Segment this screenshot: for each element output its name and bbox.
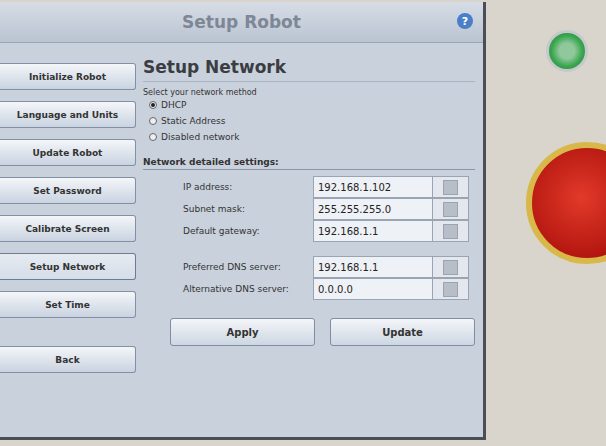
sidebar-item-label: Language and Units	[17, 110, 118, 120]
action-buttons: Apply Update	[143, 318, 475, 346]
pendant-bezel	[486, 0, 606, 446]
update-button[interactable]: Update	[330, 318, 475, 346]
sidebar-item-label: Set Password	[33, 186, 102, 196]
network-fields: IP address:192.168.1.102Subnet mask:255.…	[143, 176, 475, 300]
field-row: Alternative DNS server:0.0.0.0	[183, 278, 475, 300]
window-title: Setup Robot	[182, 12, 301, 32]
network-panel: Setup Network Select your network method D…	[136, 55, 483, 437]
field-label: Default gateway:	[183, 220, 313, 242]
sidebar-item-label: Update Robot	[33, 148, 103, 158]
panel-title: Setup Network	[143, 57, 475, 82]
field-value[interactable]: 192.168.1.1	[313, 256, 433, 278]
apply-button[interactable]: Apply	[170, 318, 315, 346]
method-label: DHCP	[161, 100, 186, 110]
power-button-icon[interactable]	[546, 30, 588, 72]
title-bar: Setup Robot?	[0, 2, 483, 43]
sidebar-item-label: Setup Network	[30, 262, 106, 272]
method-prompt: Select your network method	[143, 88, 475, 97]
sidebar-item[interactable]: Initialize Robot	[0, 63, 136, 90]
back-button[interactable]: Back	[0, 346, 136, 373]
field-value[interactable]: 192.168.1.102	[313, 176, 433, 198]
robot-screen: Setup Robot? Initialize Robot Language and…	[0, 2, 486, 440]
field-edit-box[interactable]	[433, 176, 469, 198]
help-icon[interactable]: ?	[457, 13, 473, 29]
field-edit-box[interactable]	[433, 198, 469, 220]
field-label: Subnet mask:	[183, 198, 313, 220]
field-edit-box[interactable]	[433, 256, 469, 278]
radio-dot[interactable]	[149, 101, 157, 109]
field-value[interactable]: 0.0.0.0	[313, 278, 433, 300]
method-radio[interactable]: DHCP	[143, 97, 475, 113]
edit-square	[443, 282, 458, 297]
edit-square	[443, 202, 458, 217]
field-row: IP address:192.168.1.102	[183, 176, 475, 198]
sidebar-item[interactable]: Set Time	[0, 291, 136, 318]
sidebar-item-label: Set Time	[45, 300, 90, 310]
sidebar-item-label: Calibrate Screen	[25, 224, 109, 234]
field-edit-box[interactable]	[433, 220, 469, 242]
method-radio[interactable]: Static Address	[143, 113, 475, 129]
field-row: Subnet mask:255.255.255.0	[183, 198, 475, 220]
field-row: Default gateway:192.168.1.1	[183, 220, 475, 242]
edit-square	[443, 260, 458, 275]
sidebar-item[interactable]: Update Robot	[0, 139, 136, 166]
method-radio[interactable]: Disabled network	[143, 129, 475, 145]
sidebar-item[interactable]: Setup Network	[0, 253, 136, 280]
emergency-stop-icon[interactable]	[526, 142, 606, 264]
sidebar-item[interactable]: Set Password	[0, 177, 136, 204]
field-label: Preferred DNS server:	[183, 256, 313, 278]
content-area: Initialize Robot Language and Units Update…	[0, 43, 483, 437]
field-value[interactable]: 192.168.1.1	[313, 220, 433, 242]
field-value[interactable]: 255.255.255.0	[313, 198, 433, 220]
sidebar: Initialize Robot Language and Units Update…	[0, 55, 136, 437]
sidebar-item[interactable]: Calibrate Screen	[0, 215, 136, 242]
field-edit-box[interactable]	[433, 278, 469, 300]
sidebar-item-label: Initialize Robot	[29, 72, 106, 82]
field-row: Preferred DNS server:192.168.1.1	[183, 256, 475, 278]
details-title: Network detailed settings:	[143, 157, 475, 170]
field-label: IP address:	[183, 176, 313, 198]
edit-square	[443, 224, 458, 239]
radio-dot[interactable]	[149, 117, 157, 125]
sidebar-item[interactable]: Language and Units	[0, 101, 136, 128]
field-label: Alternative DNS server:	[183, 278, 313, 300]
edit-square	[443, 180, 458, 195]
method-label: Disabled network	[161, 132, 240, 142]
method-label: Static Address	[161, 116, 225, 126]
radio-dot[interactable]	[149, 133, 157, 141]
